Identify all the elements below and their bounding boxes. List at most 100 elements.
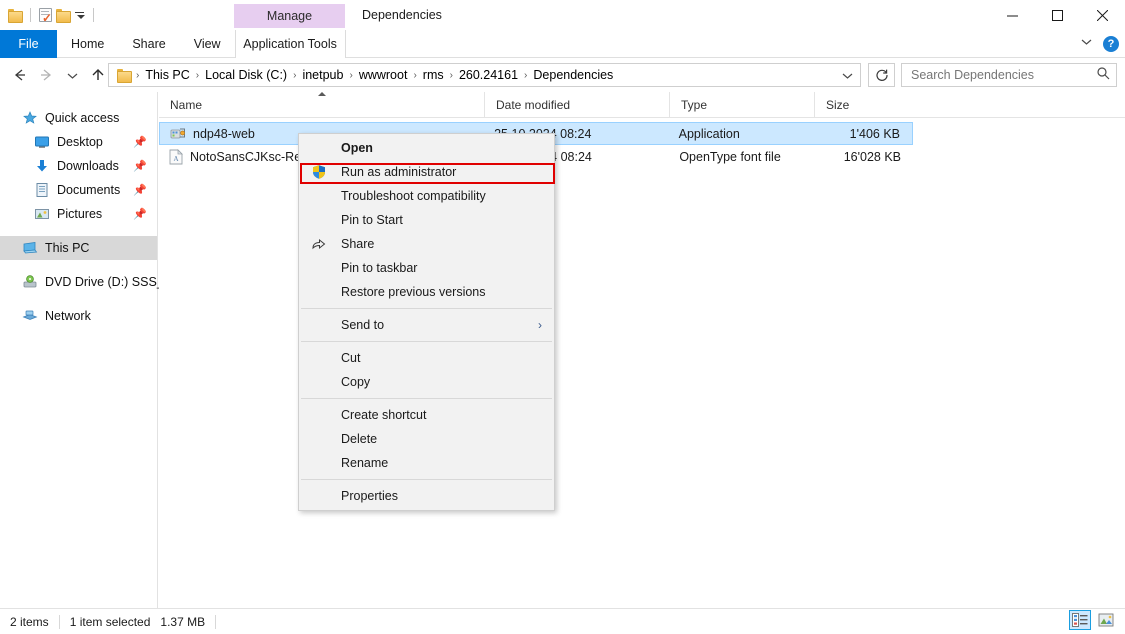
properties-icon[interactable] bbox=[39, 8, 52, 24]
column-header-type[interactable]: Type bbox=[669, 91, 814, 118]
tab-home[interactable]: Home bbox=[57, 30, 118, 58]
quick-access-toolbar bbox=[8, 0, 98, 30]
folder-icon[interactable] bbox=[8, 9, 23, 23]
breadcrumb-item-wwwroot[interactable]: wwwroot bbox=[355, 67, 412, 83]
ribbon-tab-bar: File Home Share View Application Tools ? bbox=[0, 30, 1125, 58]
shield-icon bbox=[311, 164, 327, 180]
up-button[interactable] bbox=[86, 62, 110, 88]
minimize-button[interactable] bbox=[990, 0, 1035, 30]
sidebar-item-label: Documents bbox=[57, 183, 121, 197]
menu-item-send-to[interactable]: Send to › bbox=[299, 313, 554, 337]
sidebar-item-pictures[interactable]: Pictures 📌 bbox=[0, 202, 157, 226]
menu-item-run-as-administrator[interactable]: Run as administrator bbox=[299, 160, 554, 184]
file-type: OpenType font file bbox=[679, 149, 781, 164]
column-header-size[interactable]: Size bbox=[814, 91, 915, 118]
breadcrumb-item-local-disk[interactable]: Local Disk (C:) bbox=[201, 67, 291, 83]
breadcrumb-separator-3[interactable]: › bbox=[347, 70, 354, 81]
address-breadcrumb-box[interactable]: › This PC › Local Disk (C:) › inetpub › … bbox=[108, 63, 861, 87]
file-type: Application bbox=[678, 126, 740, 141]
forward-button[interactable] bbox=[34, 62, 58, 88]
sidebar-item-this-pc[interactable]: This PC bbox=[0, 236, 157, 260]
menu-item-pin-to-start[interactable]: Pin to Start bbox=[299, 208, 554, 232]
details-view-icon[interactable] bbox=[1069, 610, 1091, 630]
menu-separator-4 bbox=[301, 479, 552, 480]
file-size: 1'406 KB bbox=[849, 126, 900, 141]
menu-item-cut[interactable]: Cut bbox=[299, 346, 554, 370]
pin-icon[interactable]: 📌 bbox=[133, 136, 147, 149]
search-input[interactable] bbox=[911, 68, 1096, 82]
download-icon bbox=[34, 158, 50, 174]
chevron-down-icon[interactable] bbox=[1080, 35, 1093, 53]
sidebar-item-label: Network bbox=[45, 309, 91, 323]
large-icons-view-icon[interactable] bbox=[1095, 610, 1117, 630]
tab-share[interactable]: Share bbox=[118, 30, 179, 58]
view-mode-buttons bbox=[1069, 610, 1117, 630]
refresh-button[interactable] bbox=[868, 63, 895, 87]
menu-item-troubleshoot-compatibility[interactable]: Troubleshoot compatibility bbox=[299, 184, 554, 208]
desktop-icon bbox=[34, 134, 50, 150]
close-button[interactable] bbox=[1080, 0, 1125, 30]
breadcrumb-separator-1[interactable]: › bbox=[194, 70, 201, 81]
new-folder-icon[interactable] bbox=[56, 9, 71, 23]
address-dropdown-icon[interactable] bbox=[834, 64, 860, 86]
qat-divider-1 bbox=[30, 8, 31, 22]
column-header-date-modified[interactable]: Date modified bbox=[484, 91, 669, 118]
ribbon-tabs: File Home Share View Application Tools bbox=[0, 30, 1125, 58]
star-icon bbox=[22, 110, 38, 126]
menu-separator-3 bbox=[301, 398, 552, 399]
pin-icon[interactable]: 📌 bbox=[133, 160, 147, 173]
file-name: ndp48-web bbox=[193, 126, 255, 141]
sidebar-item-downloads[interactable]: Downloads 📌 bbox=[0, 154, 157, 178]
breadcrumb-item-rms[interactable]: rms bbox=[419, 67, 448, 83]
column-headers: Name Date modified Type Size bbox=[159, 91, 1125, 118]
sidebar-item-label: Quick access bbox=[45, 111, 120, 125]
menu-separator-2 bbox=[301, 341, 552, 342]
menu-item-copy[interactable]: Copy bbox=[299, 370, 554, 394]
computer-icon bbox=[22, 240, 38, 256]
sort-ascending-icon bbox=[317, 91, 326, 96]
chevron-right-icon: › bbox=[538, 318, 542, 332]
menu-item-pin-to-taskbar[interactable]: Pin to taskbar bbox=[299, 256, 554, 280]
status-selection: 1 item selected bbox=[69, 614, 151, 629]
sidebar-item-documents[interactable]: Documents 📌 bbox=[0, 178, 157, 202]
documents-icon bbox=[34, 182, 50, 198]
recent-locations-button[interactable] bbox=[60, 62, 84, 88]
breadcrumb-item-version[interactable]: 260.24161 bbox=[455, 67, 522, 83]
menu-item-delete[interactable]: Delete bbox=[299, 427, 554, 451]
menu-item-properties[interactable]: Properties bbox=[299, 484, 554, 508]
menu-item-rename[interactable]: Rename bbox=[299, 451, 554, 475]
breadcrumb-separator-0[interactable]: › bbox=[134, 70, 141, 81]
dvd-drive-icon bbox=[22, 274, 38, 290]
sidebar-item-quick-access[interactable]: Quick access bbox=[0, 106, 157, 130]
breadcrumb-separator-6[interactable]: › bbox=[522, 70, 529, 81]
sidebar-item-dvd-drive[interactable]: DVD Drive (D:) SSS_X6 bbox=[0, 270, 179, 294]
search-icon[interactable] bbox=[1096, 66, 1110, 85]
customize-chevron-icon[interactable] bbox=[74, 0, 85, 30]
breadcrumb-folder-icon[interactable] bbox=[117, 69, 132, 83]
menu-item-open[interactable]: Open bbox=[299, 136, 554, 160]
breadcrumb-item-dependencies[interactable]: Dependencies bbox=[529, 67, 617, 83]
sidebar-item-label: Pictures bbox=[57, 207, 103, 221]
tab-view[interactable]: View bbox=[180, 30, 235, 58]
pin-icon[interactable]: 📌 bbox=[133, 208, 147, 221]
sidebar-item-desktop[interactable]: Desktop 📌 bbox=[0, 130, 157, 154]
back-button[interactable] bbox=[8, 62, 32, 88]
contextual-tab-group-manage: Manage bbox=[234, 4, 345, 28]
column-header-name[interactable]: Name bbox=[159, 91, 484, 118]
search-box[interactable] bbox=[901, 63, 1117, 87]
menu-item-restore-previous-versions[interactable]: Restore previous versions bbox=[299, 280, 554, 304]
breadcrumb-item-inetpub[interactable]: inetpub bbox=[298, 67, 347, 83]
menu-item-create-shortcut[interactable]: Create shortcut bbox=[299, 403, 554, 427]
address-bar: › This PC › Local Disk (C:) › inetpub › … bbox=[0, 58, 1125, 92]
breadcrumb-separator-4[interactable]: › bbox=[411, 70, 418, 81]
tab-application-tools[interactable]: Application Tools bbox=[234, 30, 346, 58]
maximize-button[interactable] bbox=[1035, 0, 1080, 30]
pin-icon[interactable]: 📌 bbox=[133, 184, 147, 197]
breadcrumb-separator-2[interactable]: › bbox=[291, 70, 298, 81]
tab-file[interactable]: File bbox=[0, 30, 57, 58]
breadcrumb-separator-5[interactable]: › bbox=[448, 70, 455, 81]
breadcrumb-item-this-pc[interactable]: This PC bbox=[141, 67, 193, 83]
sidebar-item-network[interactable]: Network bbox=[0, 304, 157, 328]
help-icon[interactable]: ? bbox=[1103, 36, 1119, 52]
menu-item-share[interactable]: Share bbox=[299, 232, 554, 256]
